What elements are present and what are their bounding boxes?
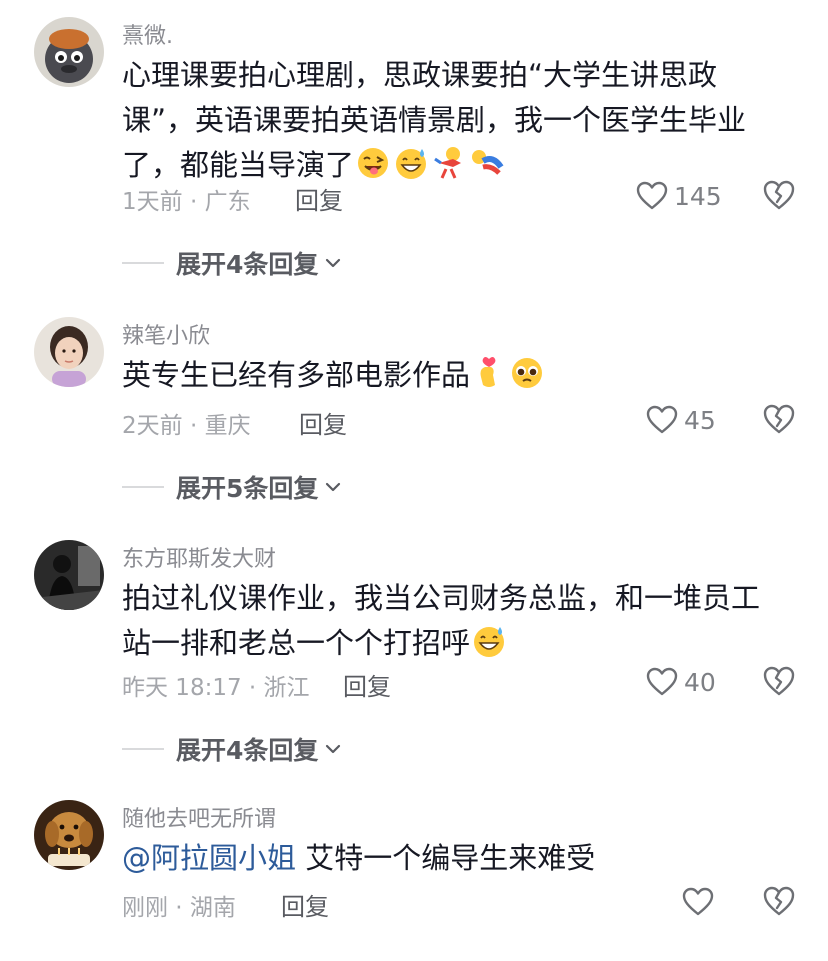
like-button[interactable]: 40 bbox=[646, 664, 716, 700]
like-count: 145 bbox=[674, 181, 722, 211]
broken-heart-icon bbox=[762, 884, 796, 918]
avatar[interactable] bbox=[34, 540, 104, 610]
reply-button[interactable]: 回复 bbox=[299, 405, 347, 440]
like-button[interactable]: 145 bbox=[636, 178, 722, 214]
dislike-button[interactable] bbox=[762, 402, 796, 436]
comment-text-fragment: 艾特一个编导生来难受 bbox=[296, 841, 596, 875]
chevron-down-icon bbox=[324, 254, 342, 272]
avatar[interactable] bbox=[34, 17, 104, 87]
comment-text: @阿拉圆小姐 艾特一个编导生来难受 bbox=[122, 836, 802, 881]
divider-line bbox=[122, 486, 164, 488]
dislike-button[interactable] bbox=[762, 178, 796, 212]
comment-text: 拍过礼仪课作业，我当公司财务总监，和一堆员工 站一排和老总一个个打招呼 bbox=[122, 576, 802, 666]
divider-line bbox=[122, 748, 164, 750]
expand-replies-label: 展开4条回复 bbox=[176, 736, 319, 765]
reply-button[interactable]: 回复 bbox=[295, 181, 343, 216]
avatar[interactable] bbox=[34, 317, 104, 387]
comment-text-fragment: 站一排和老总一个个打招呼 bbox=[122, 626, 471, 660]
username[interactable]: 东方耶斯发大财 bbox=[122, 541, 276, 573]
heart-outline-icon bbox=[646, 405, 678, 435]
comment-text-fragment: 英专生已经有多部电影作品 bbox=[122, 358, 471, 392]
avatar[interactable] bbox=[34, 800, 104, 870]
heart-outline-icon bbox=[682, 887, 714, 917]
comment-text-line: 课”，英语课要拍英语情景剧，我一个医学生毕业 bbox=[122, 103, 747, 137]
comment-text: 英专生已经有多部电影作品 bbox=[122, 353, 802, 398]
grinning-sweat-emoji bbox=[471, 623, 507, 659]
comment-text-line: 英专生已经有多部电影作品 bbox=[122, 353, 802, 398]
broken-heart-icon bbox=[762, 402, 796, 436]
heart-outline-icon bbox=[636, 181, 668, 211]
heart-outline-icon bbox=[646, 667, 678, 697]
expand-replies-label: 展开5条回复 bbox=[176, 474, 319, 503]
reply-button[interactable]: 回复 bbox=[281, 887, 329, 922]
rolling-person-emoji bbox=[469, 145, 505, 181]
reply-button[interactable]: 回复 bbox=[343, 667, 391, 702]
wink-tongue-emoji bbox=[355, 145, 391, 181]
comment-text-line: 站一排和老总一个个打招呼 bbox=[122, 621, 802, 666]
chevron-down-icon bbox=[324, 740, 342, 758]
like-button[interactable]: 45 bbox=[646, 402, 716, 438]
finger-heart-emoji bbox=[471, 355, 507, 391]
divider-line bbox=[122, 262, 164, 264]
expand-replies[interactable]: 展开5条回复 bbox=[122, 470, 342, 504]
comment-text-line: @阿拉圆小姐 艾特一个编导生来难受 bbox=[122, 836, 802, 881]
grinning-sweat-emoji bbox=[393, 145, 429, 181]
dislike-button[interactable] bbox=[762, 884, 796, 918]
broken-heart-icon bbox=[762, 178, 796, 212]
username[interactable]: 辣笔小欣 bbox=[122, 318, 210, 350]
username[interactable]: 熹微. bbox=[122, 18, 173, 50]
like-count: 45 bbox=[684, 405, 716, 435]
expand-replies-label: 展开4条回复 bbox=[176, 250, 319, 279]
comment-text-fragment: 了，都能当导演了 bbox=[122, 148, 355, 182]
expand-replies[interactable]: 展开4条回复 bbox=[122, 246, 342, 280]
like-count: 40 bbox=[684, 667, 716, 697]
comment-meta: 1天前 · 广东 bbox=[122, 189, 251, 215]
dancing-person-emoji bbox=[431, 145, 467, 181]
like-button[interactable] bbox=[682, 884, 714, 920]
pleading-face-emoji bbox=[509, 355, 545, 391]
comment-text: 心理课要拍心理剧，思政课要拍“大学生讲思政 课”，英语课要拍英语情景剧，我一个医… bbox=[122, 53, 802, 188]
dislike-button[interactable] bbox=[762, 664, 796, 698]
comment-text-line: 拍过礼仪课作业，我当公司财务总监，和一堆员工 bbox=[122, 581, 761, 615]
expand-replies[interactable]: 展开4条回复 bbox=[122, 732, 342, 766]
comment-meta: 2天前 · 重庆 bbox=[122, 413, 251, 439]
comment-text-line: 心理课要拍心理剧，思政课要拍“大学生讲思政 bbox=[122, 58, 718, 92]
mention-link[interactable]: @阿拉圆小姐 bbox=[122, 841, 296, 875]
chevron-down-icon bbox=[324, 478, 342, 496]
broken-heart-icon bbox=[762, 664, 796, 698]
comment-meta: 昨天 18:17 · 浙江 bbox=[122, 675, 310, 701]
username[interactable]: 随他去吧无所谓 bbox=[122, 801, 276, 833]
comment-meta: 刚刚 · 湖南 bbox=[122, 895, 236, 921]
